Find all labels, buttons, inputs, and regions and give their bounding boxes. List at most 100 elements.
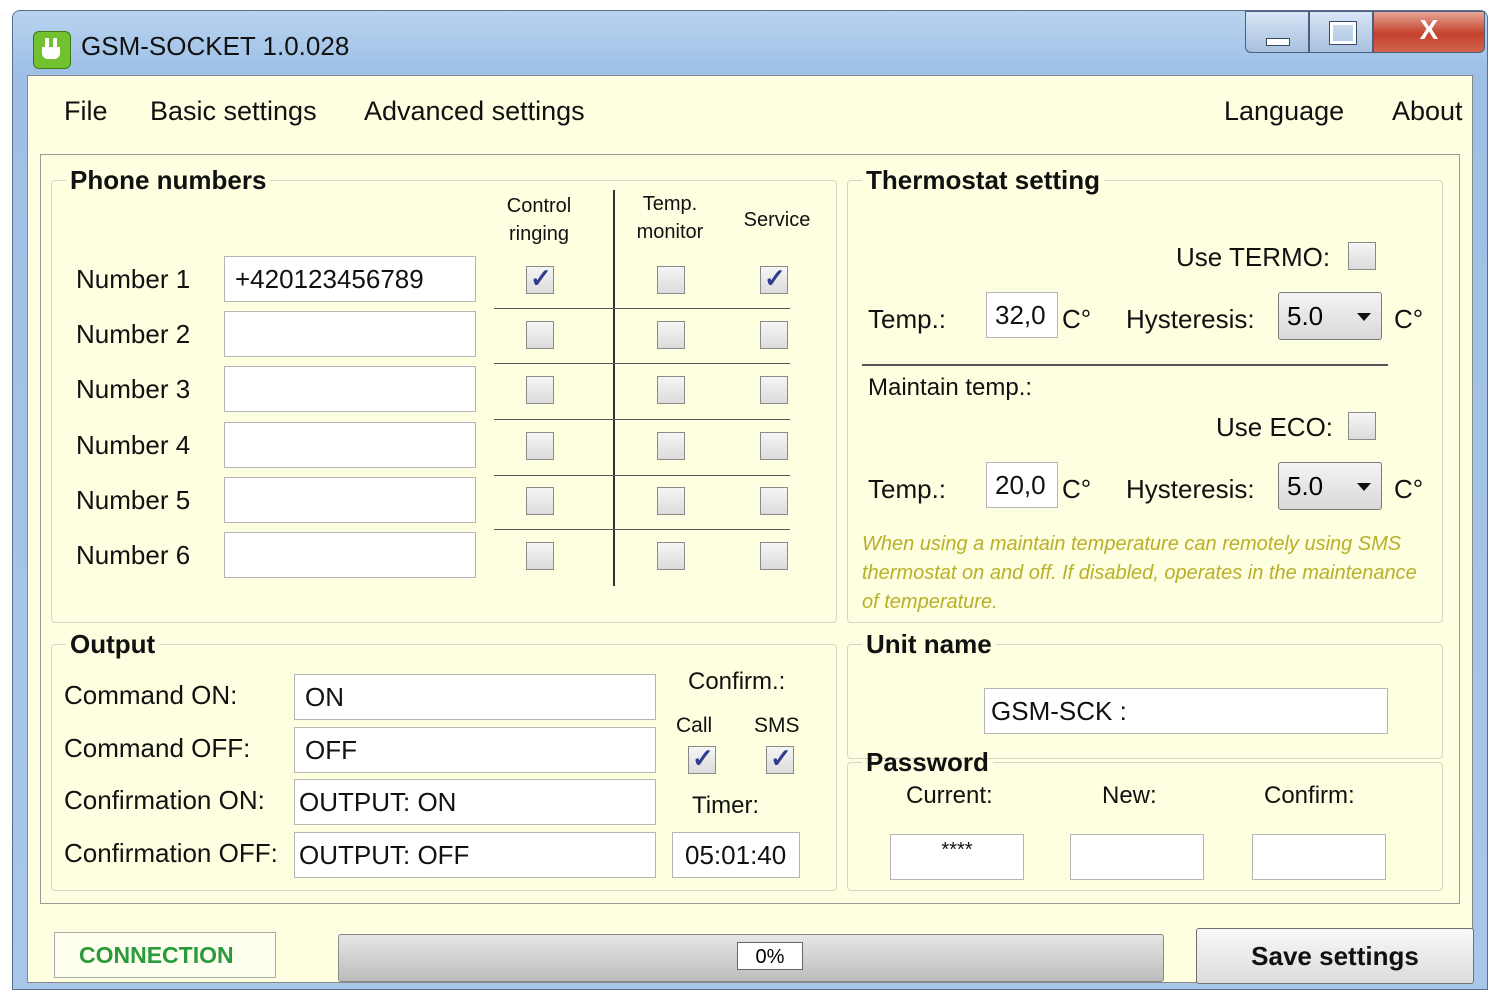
maintain-temp-label: Maintain temp.: <box>868 374 1033 401</box>
unit-name-input[interactable]: GSM-SCK : <box>984 688 1388 734</box>
temp-monitor-checkbox[interactable] <box>657 487 685 515</box>
temp-monitor-checkbox[interactable] <box>657 266 685 294</box>
current-password-label: Current: <box>906 782 993 809</box>
row-divider <box>494 419 790 420</box>
confirm-sms-checkbox[interactable] <box>766 743 794 774</box>
column-divider <box>613 190 615 586</box>
col-service: Service <box>743 209 811 231</box>
hysteresis-label: Hysteresis: <box>1126 474 1255 504</box>
new-password-label: New: <box>1102 782 1157 809</box>
row-divider <box>494 475 790 476</box>
confirmation-on-input[interactable]: OUTPUT: ON <box>294 779 656 825</box>
control-ringing-checkbox[interactable] <box>526 432 554 460</box>
sms-label: SMS <box>754 714 800 737</box>
call-label: Call <box>676 714 713 737</box>
output-group: Output Command ON: ON Command OFF: OFF C… <box>51 629 837 891</box>
progress-text: 0% <box>737 942 803 970</box>
phone-row-label: Number 5 <box>76 485 191 515</box>
app-window: GSM-SOCKET 1.0.028 X File Basic settings… <box>12 10 1488 990</box>
minimize-icon <box>1266 38 1290 46</box>
control-ringing-checkbox[interactable] <box>526 542 554 570</box>
section-divider <box>862 364 1388 366</box>
menu-bar: File Basic settings Advanced settings La… <box>28 76 1472 142</box>
use-termo-label: Use TERMO: <box>1176 242 1331 272</box>
phone-number-input[interactable] <box>224 422 476 468</box>
control-ringing-checkbox[interactable] <box>526 321 554 349</box>
menu-advanced-settings[interactable]: Advanced settings <box>364 96 585 127</box>
menu-file[interactable]: File <box>64 96 108 127</box>
service-checkbox[interactable] <box>760 542 788 570</box>
phone-row-label: Number 3 <box>76 374 191 404</box>
settings-panel: Phone numbers Control ringing Temp. moni… <box>40 154 1460 904</box>
title-bar[interactable]: GSM-SOCKET 1.0.028 X <box>13 11 1487 73</box>
confirm-password-label: Confirm: <box>1264 782 1355 809</box>
use-termo-checkbox[interactable] <box>1348 242 1376 270</box>
hysteresis-select[interactable]: 5.0 <box>1278 292 1382 340</box>
use-eco-label: Use ECO: <box>1216 412 1334 442</box>
service-checkbox[interactable] <box>760 487 788 515</box>
confirmation-on-label: Confirmation ON: <box>64 785 265 815</box>
menu-language[interactable]: Language <box>1224 96 1344 127</box>
service-checkbox[interactable] <box>760 376 788 404</box>
current-password-input[interactable]: **** <box>890 834 1024 880</box>
phone-number-input[interactable] <box>224 311 476 357</box>
phone-number-input[interactable] <box>224 477 476 523</box>
confirm-password-input[interactable] <box>1252 834 1386 880</box>
confirmation-off-label: Confirmation OFF: <box>64 838 278 868</box>
maintain-hysteresis-select[interactable]: 5.0 <box>1278 462 1382 510</box>
menu-basic-settings[interactable]: Basic settings <box>150 96 317 127</box>
service-checkbox[interactable] <box>760 263 788 294</box>
confirmation-off-input[interactable]: OUTPUT: OFF <box>294 832 656 878</box>
temp-label: Temp.: <box>868 304 947 334</box>
row-divider <box>494 363 790 364</box>
password-title: Password <box>866 747 989 777</box>
command-off-label: Command OFF: <box>64 733 251 763</box>
temp-monitor-checkbox[interactable] <box>657 432 685 460</box>
control-ringing-checkbox[interactable] <box>526 263 554 294</box>
client-area: File Basic settings Advanced settings La… <box>27 75 1474 984</box>
temp-unit-label: C° <box>1062 304 1092 334</box>
phone-row-label: Number 2 <box>76 319 191 349</box>
close-button[interactable]: X <box>1373 11 1485 53</box>
timer-input[interactable]: 05:01:40 <box>672 832 800 878</box>
hysteresis-value: 5.0 <box>1287 301 1324 331</box>
command-on-label: Command ON: <box>64 680 238 710</box>
chevron-down-icon <box>1357 483 1371 491</box>
phone-number-input[interactable]: +420123456789 <box>224 256 476 302</box>
maximize-button[interactable] <box>1309 11 1373 53</box>
password-group: Password Current: **** New: Confirm: <box>847 747 1443 891</box>
col-control-ringing: Control ringing <box>506 195 572 245</box>
output-title: Output <box>70 629 156 659</box>
temp-unit-label: C° <box>1062 474 1092 504</box>
hysteresis-unit-label: C° <box>1394 304 1424 334</box>
temp-monitor-checkbox[interactable] <box>657 321 685 349</box>
use-eco-checkbox[interactable] <box>1348 412 1376 440</box>
control-ringing-checkbox[interactable] <box>526 376 554 404</box>
menu-about[interactable]: About <box>1392 96 1463 127</box>
maximize-icon <box>1329 21 1357 45</box>
phone-number-input[interactable] <box>224 532 476 578</box>
unit-name-group: Unit name GSM-SCK : <box>847 629 1443 759</box>
command-off-input[interactable]: OFF <box>294 727 656 773</box>
service-checkbox[interactable] <box>760 321 788 349</box>
command-on-input[interactable]: ON <box>294 674 656 720</box>
thermostat-note: When using a maintain temperature can re… <box>862 533 1417 613</box>
maintain-temp-input[interactable]: 20,0 <box>986 462 1058 508</box>
minimize-button[interactable] <box>1245 11 1309 53</box>
connection-status: CONNECTION <box>54 932 276 978</box>
temp-monitor-checkbox[interactable] <box>657 542 685 570</box>
temp-monitor-checkbox[interactable] <box>657 376 685 404</box>
phone-number-input[interactable] <box>224 366 476 412</box>
service-checkbox[interactable] <box>760 432 788 460</box>
control-ringing-checkbox[interactable] <box>526 487 554 515</box>
new-password-input[interactable] <box>1070 834 1204 880</box>
progress-bar: 0% <box>338 934 1164 982</box>
maintain-hysteresis-value: 5.0 <box>1287 471 1324 501</box>
temp-input[interactable]: 32,0 <box>986 292 1058 338</box>
window-title: GSM-SOCKET 1.0.028 <box>81 31 350 61</box>
phone-numbers-title: Phone numbers <box>70 165 267 195</box>
confirm-call-checkbox[interactable] <box>688 743 716 774</box>
save-settings-button[interactable]: Save settings <box>1196 928 1474 984</box>
plug-icon <box>33 31 71 69</box>
hysteresis-unit-label: C° <box>1394 474 1424 504</box>
